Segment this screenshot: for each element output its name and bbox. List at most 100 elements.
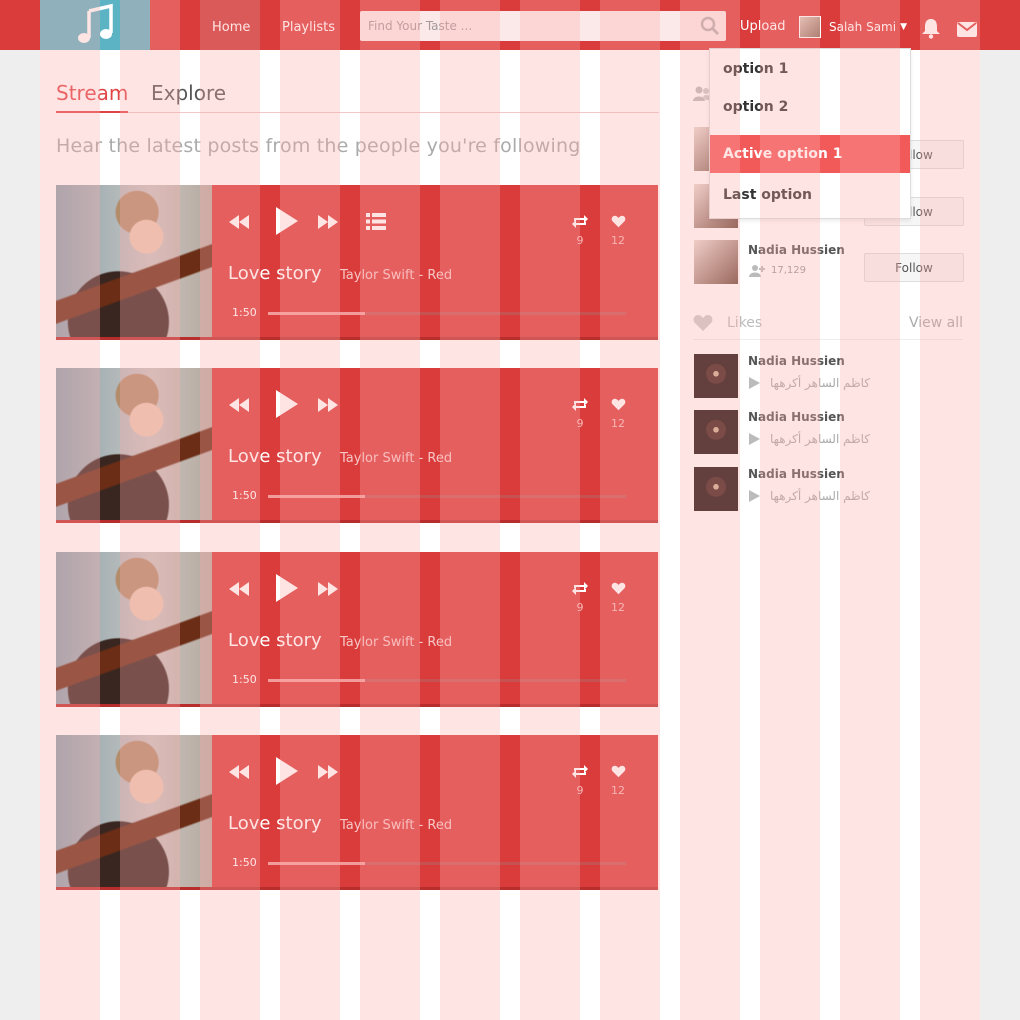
user-name: Salah Sami — [829, 20, 897, 34]
repost-count: 9 — [576, 234, 584, 247]
progress-bar[interactable] — [268, 679, 626, 682]
liked-song-title[interactable]: كاظم الساهر أكرهها — [770, 432, 870, 446]
play-icon[interactable] — [748, 490, 760, 502]
user-menu[interactable]: Salah Sami ▼ — [799, 15, 907, 39]
album-cover[interactable] — [56, 185, 212, 337]
heart-icon — [611, 765, 625, 778]
play-icon[interactable] — [274, 390, 298, 418]
follower-count: 17,129 — [771, 265, 806, 276]
rewind-icon[interactable] — [229, 582, 249, 596]
nav-playlists[interactable]: Playlists — [270, 0, 347, 50]
menu-item-active-option[interactable]: Active option 1 — [710, 135, 910, 173]
audio-player: 9 12 Love story Taylor Swift - Red 1:50 — [56, 185, 658, 340]
liked-by-name[interactable]: Nadia Hussien — [748, 467, 845, 481]
heart-icon — [611, 398, 625, 411]
album-cover[interactable] — [56, 552, 212, 704]
track-title[interactable]: Love story — [228, 630, 322, 651]
like-stat[interactable]: 12 — [603, 213, 633, 247]
track-thumbnail[interactable] — [694, 354, 738, 398]
upload-link[interactable]: Upload — [740, 0, 786, 50]
fast-forward-icon[interactable] — [318, 582, 338, 596]
repost-icon — [572, 582, 588, 595]
avatar[interactable] — [694, 240, 738, 284]
avatar — [799, 16, 821, 38]
track-thumbnail[interactable] — [694, 410, 738, 454]
progress-fill — [268, 495, 365, 498]
liked-song-title[interactable]: كاظم الساهر أكرهها — [770, 376, 870, 390]
likes-title: Likes — [727, 315, 763, 331]
menu-item-option-1[interactable]: option 1 — [710, 50, 910, 88]
play-icon[interactable] — [274, 207, 298, 235]
track-title[interactable]: Love story — [228, 446, 322, 467]
progress-bar[interactable] — [268, 495, 626, 498]
audio-player: 9 12 Love story Taylor Swift - Red 1:50 — [56, 368, 658, 523]
liked-track[interactable]: Nadia Hussien كاظم الساهر أكرهها — [694, 354, 964, 399]
logo[interactable] — [40, 0, 150, 50]
play-icon[interactable] — [748, 433, 760, 445]
like-stat[interactable]: 12 — [603, 396, 633, 430]
progress-fill — [268, 862, 365, 865]
playlist-icon[interactable] — [366, 213, 386, 230]
progress-bar[interactable] — [268, 862, 626, 865]
progress-bar[interactable] — [268, 312, 626, 315]
liked-by-name[interactable]: Nadia Hussien — [748, 354, 845, 368]
play-icon[interactable] — [274, 757, 298, 785]
heart-icon — [611, 582, 625, 595]
like-stat[interactable]: 12 — [603, 763, 633, 797]
track-time: 1:50 — [232, 489, 257, 502]
search-icon[interactable] — [700, 16, 720, 36]
fast-forward-icon[interactable] — [318, 215, 338, 229]
like-stat[interactable]: 12 — [603, 580, 633, 614]
liked-by-name[interactable]: Nadia Hussien — [748, 410, 845, 424]
liked-song-title[interactable]: كاظم الساهر أكرهها — [770, 489, 870, 503]
suggestion-name[interactable]: Nadia Hussien — [748, 243, 845, 257]
top-navbar: Home Playlists Upload Salah Sami ▼ — [0, 0, 1020, 50]
repost-stat[interactable]: 9 — [565, 580, 595, 614]
repost-stat[interactable]: 9 — [565, 396, 595, 430]
repost-icon — [572, 765, 588, 778]
track-time: 1:50 — [232, 856, 257, 869]
chevron-down-icon: ▼ — [900, 22, 907, 32]
rewind-icon[interactable] — [229, 215, 249, 229]
track-thumbnail[interactable] — [694, 467, 738, 511]
menu-item-last-option[interactable]: Last option — [710, 176, 910, 214]
play-icon[interactable] — [274, 574, 298, 602]
view-all-link[interactable]: View all — [909, 315, 963, 331]
repost-stat[interactable]: 9 — [565, 763, 595, 797]
rewind-icon[interactable] — [229, 398, 249, 412]
progress-fill — [268, 312, 365, 315]
user-dropdown-menu: option 1 option 2 Active option 1 Last o… — [709, 48, 911, 219]
likes-header: Likes View all — [693, 312, 963, 340]
page-subtitle: Hear the latest posts from the people yo… — [56, 135, 581, 157]
liked-track[interactable]: Nadia Hussien كاظم الساهر أكرهها — [694, 410, 964, 455]
album-cover[interactable] — [56, 735, 212, 887]
album-cover[interactable] — [56, 368, 212, 520]
track-title[interactable]: Love story — [228, 813, 322, 834]
bell-icon[interactable] — [920, 17, 942, 39]
fast-forward-icon[interactable] — [318, 398, 338, 412]
follow-button[interactable]: Follow — [864, 253, 964, 282]
mail-icon[interactable] — [956, 19, 978, 39]
tab-explore[interactable]: Explore — [151, 80, 226, 106]
repost-count: 9 — [576, 784, 584, 797]
tab-stream[interactable]: Stream — [56, 80, 129, 113]
search-input[interactable] — [360, 11, 680, 41]
repost-count: 9 — [576, 417, 584, 430]
menu-item-option-2[interactable]: option 2 — [710, 88, 910, 126]
fast-forward-icon[interactable] — [318, 765, 338, 779]
track-artist[interactable]: Taylor Swift - Red — [340, 451, 452, 466]
repost-stat[interactable]: 9 — [565, 213, 595, 247]
track-title[interactable]: Love story — [228, 263, 322, 284]
track-time: 1:50 — [232, 306, 257, 319]
like-count: 12 — [611, 601, 625, 614]
track-artist[interactable]: Taylor Swift - Red — [340, 635, 452, 650]
nav-home[interactable]: Home — [200, 0, 260, 50]
heart-icon — [611, 215, 625, 228]
rewind-icon[interactable] — [229, 765, 249, 779]
liked-track[interactable]: Nadia Hussien كاظم الساهر أكرهها — [694, 467, 964, 512]
repost-count: 9 — [576, 601, 584, 614]
track-artist[interactable]: Taylor Swift - Red — [340, 268, 452, 283]
progress-fill — [268, 679, 365, 682]
track-artist[interactable]: Taylor Swift - Red — [340, 818, 452, 833]
play-icon[interactable] — [748, 377, 760, 389]
